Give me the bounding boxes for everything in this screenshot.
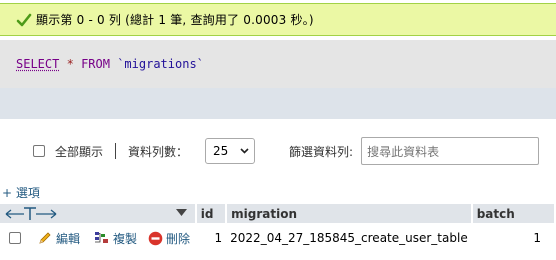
nav-separator [115,143,117,159]
show-all-label[interactable]: 全部顯示 [55,143,103,160]
results-table: id migration batch 編輯 複製 刪除 1 2022_04_27… [0,204,556,253]
sql-query: SELECT * FROM `migrations` [16,57,204,71]
filter-rows-placeholder: 搜尋此資料表 [367,144,440,159]
copy-icon [95,232,109,243]
column-arrows[interactable] [4,204,191,223]
options-link[interactable]: + 選項 [2,184,40,201]
copy-label: 複製 [113,231,138,246]
row-actions: 編輯 複製 刪除 [0,223,196,253]
sql-from-keyword: FROM [81,57,110,71]
success-message-bar: 顯示第 0 - 0 列 (總計 1 筆, 查詢用了 0.0003 秒。) [0,3,556,36]
column-header-id[interactable]: id [195,204,228,223]
filter-rows-input[interactable]: 搜尋此資料表 [361,137,540,165]
column-resize-header [0,204,197,223]
success-message-text: 顯示第 0 - 0 列 (總計 1 筆, 查詢用了 0.0003 秒。) [36,13,314,27]
edit-button[interactable]: 編輯 [37,230,80,247]
sort-triangle-icon[interactable] [175,209,187,217]
filter-rows-label: 篩選資料列: [289,144,354,159]
left-right-arrows-icon [5,206,57,220]
row-checkbox[interactable] [9,232,21,244]
sql-select-keyword[interactable]: SELECT [16,57,59,71]
delete-button[interactable]: 刪除 [148,230,190,247]
rows-per-page-select[interactable]: 25 [205,138,256,164]
chevron-down-icon [240,148,249,154]
cell-id: 1 [214,231,223,245]
column-header-migration[interactable]: migration [226,204,473,223]
edit-label: 編輯 [56,231,81,246]
rows-per-page-value: 25 [213,144,229,158]
table-row: 編輯 複製 刪除 1 2022_04_27_185845_create_user… [0,223,555,253]
sql-toolbar [0,88,556,119]
pencil-icon [39,232,51,244]
cell-migration: 2022_04_27_185845_create_user_table [230,231,468,245]
check-icon [16,13,32,26]
cell-batch: 1 [533,231,541,245]
delete-icon [148,231,163,245]
navigation-bar: 全部顯示 資料列數： 25 篩選資料列: 搜尋此資料表 [0,134,556,168]
column-header-batch[interactable]: batch [471,204,556,223]
copy-button[interactable]: 複製 [94,230,137,247]
sql-query-box: SELECT * FROM `migrations` [0,40,556,88]
show-all-checkbox[interactable] [33,145,45,157]
delete-label: 刪除 [166,231,191,246]
sql-table-name: `migrations` [117,57,204,71]
rows-per-page-label: 資料列數： [128,144,189,159]
sql-star: * [66,57,74,71]
